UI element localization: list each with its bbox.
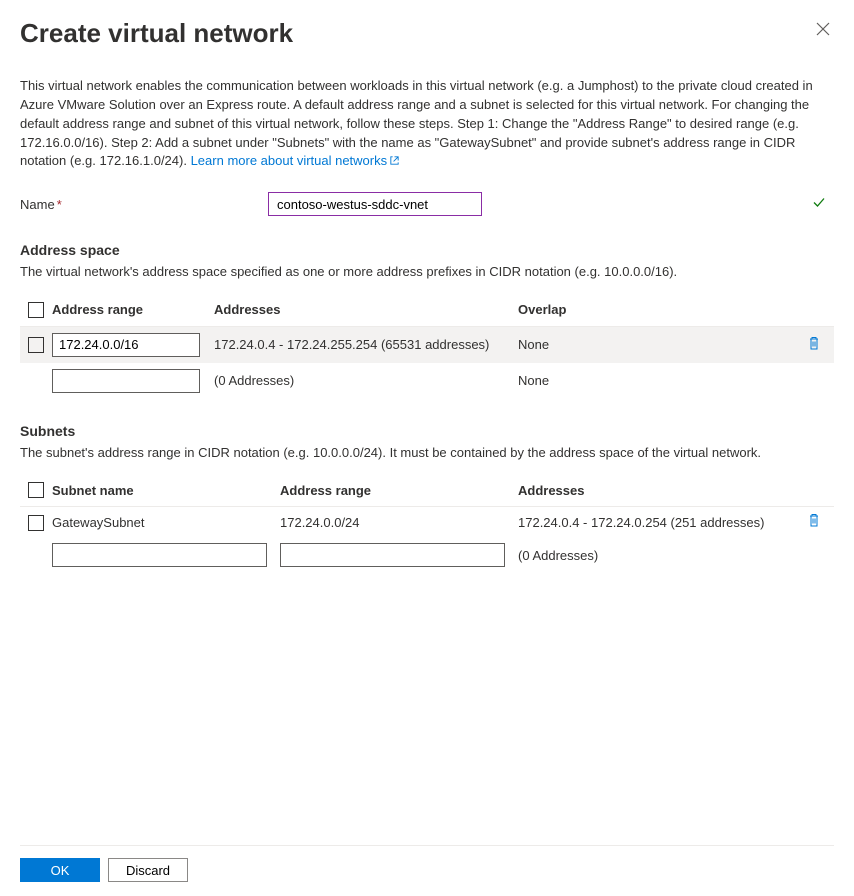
trash-icon <box>807 336 821 351</box>
subnet-name-input[interactable] <box>52 543 267 567</box>
page-title: Create virtual network <box>20 18 293 49</box>
subnet-name-cell: GatewaySubnet <box>52 507 280 538</box>
subnets-heading: Subnets <box>20 423 834 439</box>
name-input[interactable] <box>268 192 482 216</box>
addresses-cell: 172.24.0.4 - 172.24.255.254 (65531 addre… <box>214 326 518 363</box>
subnet-addresses-cell: (0 Addresses) <box>518 537 802 573</box>
address-range-input[interactable] <box>52 333 200 357</box>
table-row: GatewaySubnet 172.24.0.0/24 172.24.0.4 -… <box>20 507 834 538</box>
col-addresses: Addresses <box>214 293 518 326</box>
address-range-input[interactable] <box>52 369 200 393</box>
subnets-desc: The subnet's address range in CIDR notat… <box>20 445 834 460</box>
subnets-table: Subnet name Address range Addresses Gate… <box>20 474 834 574</box>
col-subnet-name: Subnet name <box>52 474 280 507</box>
delete-button[interactable] <box>807 513 821 528</box>
external-link-icon <box>389 153 400 172</box>
trash-icon <box>807 513 821 528</box>
name-label: Name* <box>20 197 268 212</box>
overlap-cell: None <box>518 363 802 399</box>
footer: OK Discard <box>20 845 834 896</box>
select-all-checkbox[interactable] <box>28 482 44 498</box>
table-row: (0 Addresses) None <box>20 363 834 399</box>
col-address-range: Address range <box>280 474 518 507</box>
subnet-range-cell: 172.24.0.0/24 <box>280 507 518 538</box>
checkmark-icon <box>812 196 826 213</box>
row-checkbox[interactable] <box>28 337 44 353</box>
table-row: 172.24.0.4 - 172.24.255.254 (65531 addre… <box>20 326 834 363</box>
description-text: This virtual network enables the communi… <box>20 77 834 172</box>
select-all-checkbox[interactable] <box>28 302 44 318</box>
overlap-cell: None <box>518 326 802 363</box>
close-button[interactable] <box>812 18 834 44</box>
close-icon <box>816 22 830 36</box>
col-overlap: Overlap <box>518 293 802 326</box>
addresses-cell: (0 Addresses) <box>214 363 518 399</box>
address-space-table: Address range Addresses Overlap 172.24.0… <box>20 293 834 399</box>
discard-button[interactable]: Discard <box>108 858 188 882</box>
delete-button[interactable] <box>807 336 821 351</box>
ok-button[interactable]: OK <box>20 858 100 882</box>
learn-more-link[interactable]: Learn more about virtual networks <box>191 153 401 168</box>
address-space-desc: The virtual network's address space spec… <box>20 264 834 279</box>
col-address-range: Address range <box>52 293 214 326</box>
col-addresses: Addresses <box>518 474 802 507</box>
table-row: (0 Addresses) <box>20 537 834 573</box>
subnet-range-input[interactable] <box>280 543 505 567</box>
row-checkbox[interactable] <box>28 515 44 531</box>
address-space-heading: Address space <box>20 242 834 258</box>
subnet-addresses-cell: 172.24.0.4 - 172.24.0.254 (251 addresses… <box>518 507 802 538</box>
